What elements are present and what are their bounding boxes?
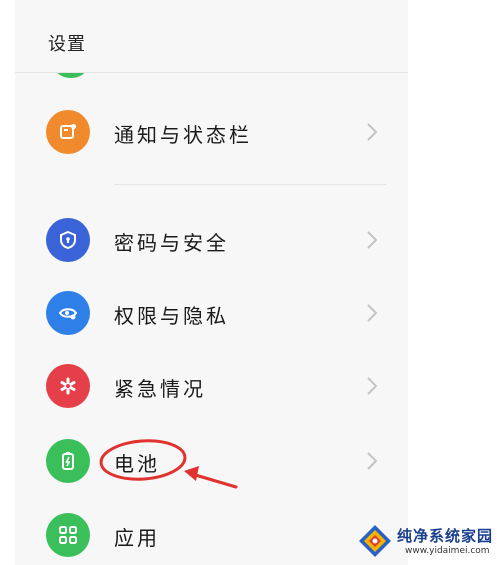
settings-item-label: 电池 bbox=[114, 452, 160, 476]
settings-item-apps[interactable]: 应用 bbox=[15, 502, 408, 565]
shield-icon bbox=[46, 218, 90, 262]
notification-bell-icon bbox=[46, 110, 90, 154]
watermark-url: www.yidaimei.com bbox=[405, 546, 490, 556]
settings-item-label: 密码与安全 bbox=[114, 231, 229, 255]
settings-item-label: 应用 bbox=[114, 526, 160, 550]
settings-item-label: 紧急情况 bbox=[114, 377, 206, 401]
settings-item-label: 通知与状态栏 bbox=[114, 123, 252, 147]
settings-item-emergency[interactable]: 紧急情况 bbox=[15, 353, 408, 419]
settings-item-password-security[interactable]: 密码与安全 bbox=[15, 207, 408, 273]
chevron-right-icon bbox=[367, 377, 378, 395]
settings-item-label: 权限与隐私 bbox=[114, 304, 229, 328]
chevron-right-icon bbox=[367, 304, 378, 322]
watermark-logo-icon bbox=[359, 525, 391, 557]
settings-panel: 设置 通知与状态栏 密码与安全 权限与隐私 紧急情况 电池 应用 bbox=[15, 0, 408, 565]
watermark-name: 纯净系统家园 bbox=[397, 527, 494, 545]
section-divider bbox=[114, 184, 386, 185]
watermark: 纯净系统家园 www.yidaimei.com bbox=[357, 521, 495, 561]
header: 设置 bbox=[15, 0, 408, 73]
settings-item-permissions-privacy[interactable]: 权限与隐私 bbox=[15, 280, 408, 346]
settings-item-notifications[interactable]: 通知与状态栏 bbox=[15, 99, 408, 165]
settings-item-battery[interactable]: 电池 bbox=[15, 428, 408, 494]
chevron-right-icon bbox=[367, 123, 378, 141]
chevron-right-icon bbox=[367, 452, 378, 470]
chevron-right-icon bbox=[367, 231, 378, 249]
page-title: 设置 bbox=[48, 34, 86, 55]
emergency-asterisk-icon bbox=[46, 364, 90, 408]
apps-grid-icon bbox=[46, 513, 90, 557]
privacy-eye-icon bbox=[46, 291, 90, 335]
battery-icon bbox=[46, 439, 90, 483]
